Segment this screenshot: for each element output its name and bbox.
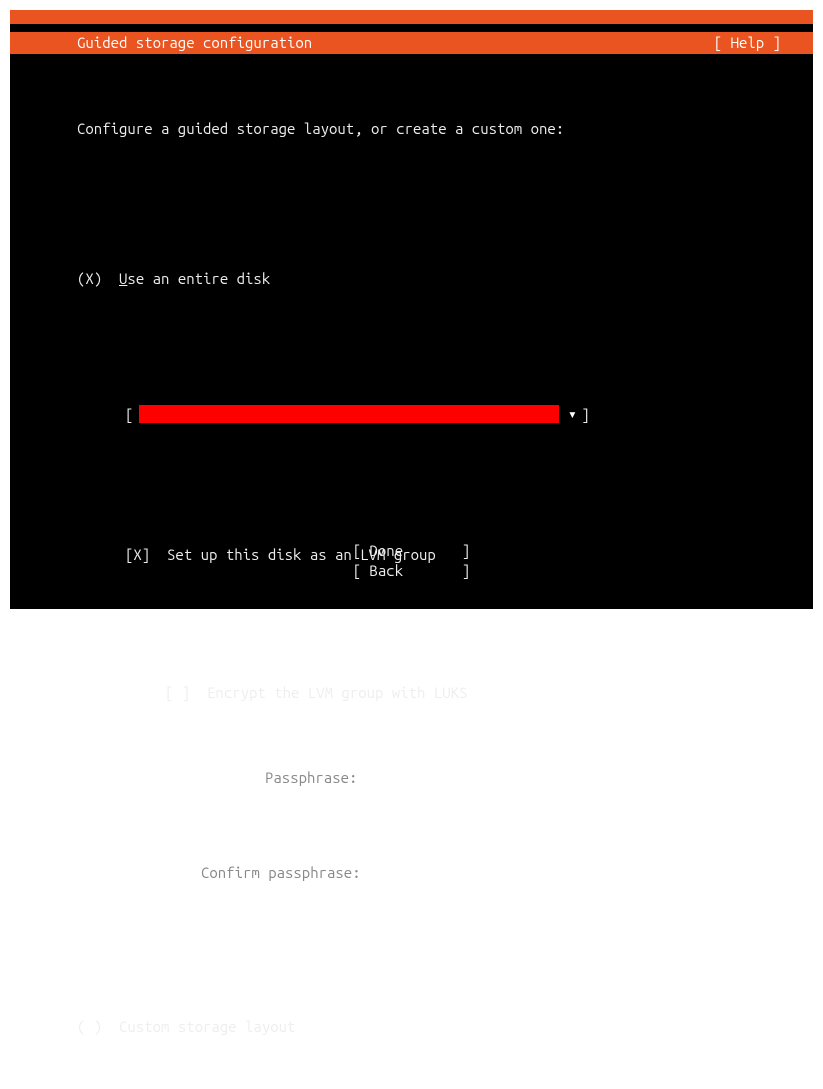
disk-name-redacted <box>139 405 559 423</box>
back-button[interactable]: [ Back ] <box>10 561 813 581</box>
bracket-close: ] <box>581 406 589 423</box>
option-encrypt[interactable]: [ ] Encrypt the LVM group with LUKS <box>165 680 590 704</box>
checkbox-encrypt[interactable]: [ ] <box>165 684 190 701</box>
passphrase-label: Passphrase: <box>265 769 357 786</box>
bracket-open: [ <box>125 406 133 423</box>
done-button[interactable]: [ Done ] <box>10 541 813 561</box>
radio-entire-disk[interactable]: (X) <box>77 270 102 287</box>
option-entire-disk-label: Use an entire disk <box>119 270 270 287</box>
confirm-passphrase-label: Confirm passphrase: <box>201 864 361 881</box>
footer-buttons: [ Done ] [ Back ] <box>10 541 813 581</box>
help-button[interactable]: [ Help ] <box>714 34 781 51</box>
prompt-text: Configure a guided storage layout, or cr… <box>77 116 590 140</box>
option-custom-label: Custom storage layout <box>119 1018 295 1035</box>
radio-custom[interactable]: ( ) <box>77 1018 102 1035</box>
page-title: Guided storage configuration <box>77 34 312 51</box>
hotkey-letter: U <box>119 270 127 287</box>
option-custom[interactable]: ( ) Custom storage layout <box>77 1014 590 1038</box>
option-encrypt-label: Encrypt the LVM group with LUKS <box>207 684 467 701</box>
installer-screen: Guided storage configuration [ Help ] Co… <box>10 10 813 609</box>
option-entire-disk[interactable]: (X) Use an entire disk <box>77 266 590 290</box>
top-accent-bar <box>10 10 813 24</box>
title-bar: Guided storage configuration [ Help ] <box>10 32 813 54</box>
disk-selector-row: [ ▾ ] <box>125 402 590 426</box>
disk-dropdown[interactable]: [ ▾ ] <box>125 403 590 425</box>
chevron-down-icon: ▾ <box>567 405 577 423</box>
